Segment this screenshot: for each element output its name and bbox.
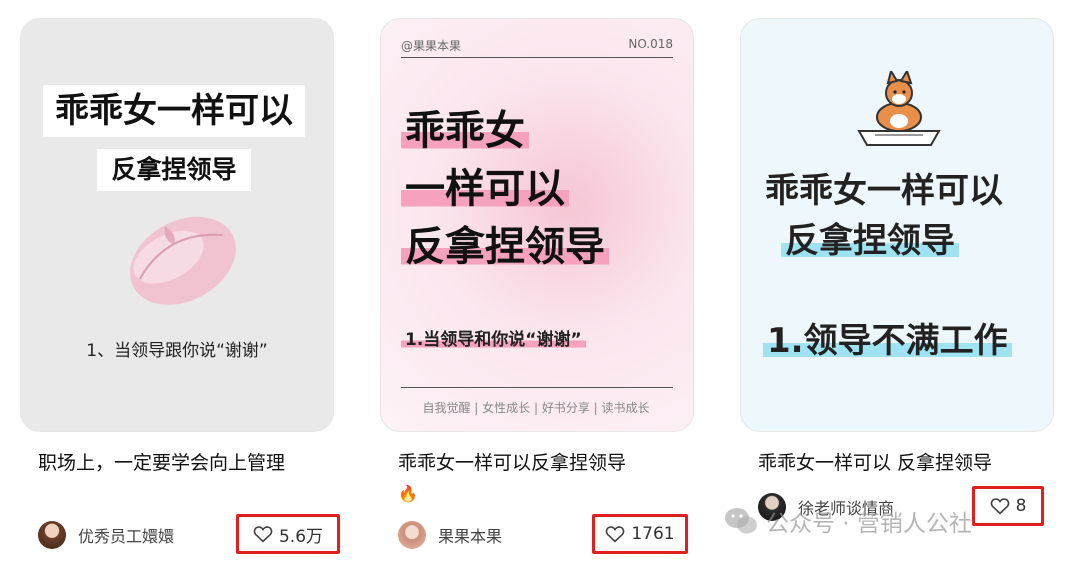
divider: [401, 387, 673, 388]
fire-icon: 🔥: [398, 484, 418, 503]
card-2-author-row[interactable]: 果果本果: [398, 521, 502, 549]
heart-icon: [990, 498, 1009, 515]
author-name[interactable]: 优秀员工嬛嬛: [78, 523, 174, 547]
card-1-author-row[interactable]: 优秀员工嬛嬛: [38, 521, 174, 549]
avatar[interactable]: [38, 521, 66, 549]
wechat-icon: [725, 508, 757, 534]
like-button[interactable]: 1761: [592, 514, 688, 554]
note-card-1[interactable]: 乖乖女一样可以 反拿捏领导 1、当领导跟你说“谢谢” 职场上，一定要学会向上管理…: [16, 0, 356, 562]
avatar[interactable]: [398, 521, 426, 549]
card-2-cover[interactable]: @果果本果 NO.018 乖乖女 一样可以 反拿捏领导 1.当领导和你说“谢谢”…: [380, 18, 694, 432]
cover-headline-2: 一样可以: [401, 165, 569, 213]
card-3-title[interactable]: 乖乖女一样可以 反拿捏领导: [758, 448, 1048, 478]
cover-headline-3: 反拿捏领导: [401, 223, 609, 271]
card-2-title[interactable]: 乖乖女一样可以反拿捏领导 🔥: [398, 448, 688, 509]
pink-mouse-illustration: [130, 216, 236, 305]
cover-handle: @果果本果: [401, 39, 462, 53]
cover-headline: 乖乖女一样可以: [43, 85, 305, 137]
author-name[interactable]: 果果本果: [438, 523, 502, 547]
card-3-cover[interactable]: 乖乖女一样可以 反拿捏领导 1.领导不满工作: [740, 18, 1054, 432]
divider: [401, 57, 673, 58]
cover-headline: 乖乖女: [401, 107, 529, 155]
cover-tags: 自我觉醒 | 女性成长 | 好书分享 | 读书成长: [422, 401, 650, 415]
watermark: 公众号 · 营销人公社: [724, 504, 972, 538]
cover-headline-2: 反拿捏领导: [97, 149, 251, 191]
watermark-text: 公众号 · 营销人公社: [766, 511, 972, 537]
card-1-cover[interactable]: 乖乖女一样可以 反拿捏领导 1、当领导跟你说“谢谢”: [20, 18, 334, 432]
cover-headline-3: 1.领导不满工作: [763, 319, 1012, 363]
note-card-3[interactable]: 乖乖女一样可以 反拿捏领导 1.领导不满工作 乖乖女一样可以 反拿捏领导 徐老师…: [736, 0, 1076, 562]
corgi-illustration: [857, 71, 941, 146]
like-count: 8: [1015, 496, 1027, 516]
cover-headline-2: 反拿捏领导: [781, 219, 959, 263]
like-button[interactable]: 8: [972, 486, 1044, 526]
cover-subtitle: 1、当领导跟你说“谢谢”: [86, 341, 268, 361]
card-1-title[interactable]: 职场上，一定要学会向上管理: [38, 448, 328, 478]
like-count: 1761: [631, 524, 675, 544]
cover-headline: 乖乖女一样可以: [765, 171, 1003, 211]
heart-icon: [606, 526, 625, 543]
heart-icon: [253, 526, 273, 543]
cover-issue-number: NO.018: [628, 37, 673, 51]
like-count: 5.6万: [278, 526, 324, 547]
like-button[interactable]: 5.6万: [236, 514, 340, 554]
note-card-2[interactable]: @果果本果 NO.018 乖乖女 一样可以 反拿捏领导 1.当领导和你说“谢谢”…: [376, 0, 716, 562]
cover-subtitle: 1.当领导和你说“谢谢”: [401, 325, 586, 350]
